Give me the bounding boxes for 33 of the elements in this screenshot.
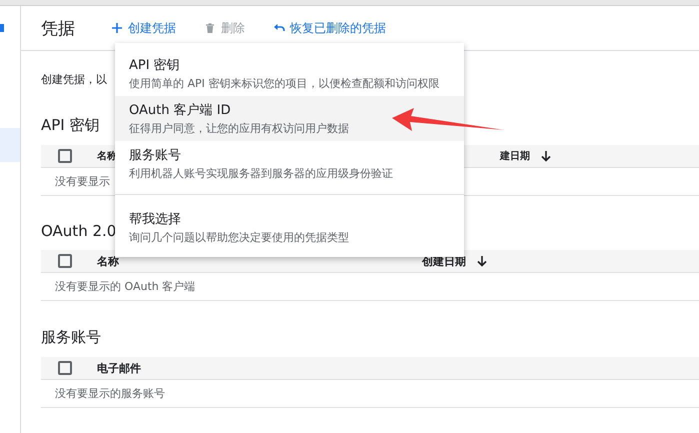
plus-icon xyxy=(111,22,123,34)
menu-item[interactable]: 服务账号 利用机器人账号实现服务器到服务器的应用级身份验证 xyxy=(115,141,464,186)
menu-item-title: OAuth 客户端 ID xyxy=(129,102,232,118)
menu-item-description: 使用简单的 API 密钥来标识您的项目，以便检查配额和访问权限 xyxy=(129,76,440,90)
section-title: OAuth 2.0 xyxy=(41,222,116,240)
empty-message: 没有要显示的服务账号 xyxy=(55,386,165,401)
menu-item-description: 征得用户同意，让您的应用有权访问用户数据 xyxy=(129,120,350,136)
empty-message: 没有要显示的 OAuth 客户端 xyxy=(55,279,196,294)
menu-item[interactable]: OAuth 客户端 ID 征得用户同意，让您的应用有权访问用户数据 xyxy=(115,96,464,141)
empty-message: 没有要显示 xyxy=(55,174,110,189)
checkbox[interactable] xyxy=(58,361,72,375)
restore-button[interactable]: 恢复已删除的凭据 xyxy=(273,20,386,36)
menu-item-description: 询问几个问题以帮助您决定要使用的凭据类型 xyxy=(129,230,350,244)
section-title: 服务账号 xyxy=(41,328,101,347)
undo-icon xyxy=(273,22,285,34)
checkbox[interactable] xyxy=(58,149,72,163)
column-header[interactable]: 建日期 xyxy=(500,149,530,163)
menu-item-description: 利用机器人账号实现服务器到服务器的应用级身份验证 xyxy=(129,166,394,180)
checkbox[interactable] xyxy=(58,254,72,268)
column-header[interactable]: 名称 xyxy=(97,254,119,268)
menu-item-title: API 密钥 xyxy=(129,56,181,74)
section-title: API 密钥 xyxy=(41,116,100,135)
menu-item[interactable]: 帮我选择 询问几个问题以帮助您决定要使用的凭据类型 xyxy=(115,194,464,255)
create-button[interactable]: 创建凭据 xyxy=(111,20,176,36)
sort-arrow-icon[interactable] xyxy=(476,255,488,267)
menu-item[interactable]: API 密钥 使用简单的 API 密钥来标识您的项目，以便检查配额和访问权限 xyxy=(115,51,464,96)
intro-text: 创建凭据，以 xyxy=(41,72,107,87)
sort-arrow-icon[interactable] xyxy=(540,150,552,162)
trash-icon xyxy=(204,22,216,34)
menu-item-title: 帮我选择 xyxy=(129,210,182,228)
column-header[interactable]: 电子邮件 xyxy=(97,360,141,376)
page-title: 凭据 xyxy=(41,18,75,40)
menu-item-title: 服务账号 xyxy=(129,146,182,164)
